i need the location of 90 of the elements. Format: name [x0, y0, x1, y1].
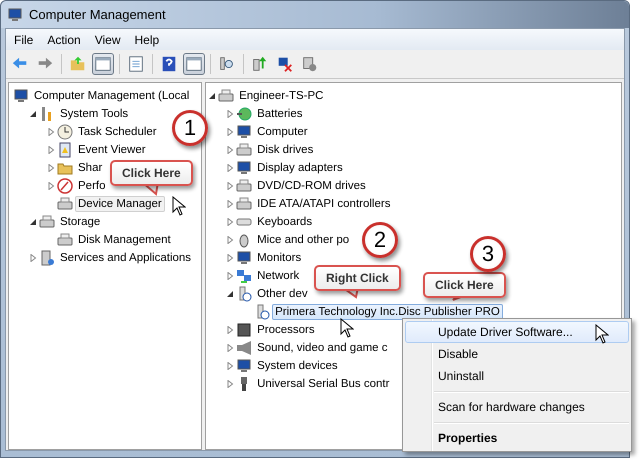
tree-item[interactable]: Storage — [57, 214, 104, 230]
show-tree-icon — [94, 55, 112, 73]
expand-arrow-icon[interactable] — [226, 200, 234, 208]
expand-arrow-icon[interactable] — [226, 344, 234, 352]
menu-item[interactable]: Disable — [405, 343, 629, 365]
scan-icon — [218, 55, 236, 73]
tree-item[interactable]: Event Viewer — [75, 142, 149, 158]
tree-item[interactable]: System devices — [254, 358, 341, 374]
tree-item[interactable]: Mice and other po — [254, 232, 352, 248]
tree-item[interactable]: Keyboards — [254, 214, 316, 230]
help-icon — [160, 55, 178, 73]
expand-arrow-icon[interactable] — [226, 146, 234, 154]
tree-item[interactable]: Shar — [75, 160, 106, 176]
chip-icon — [236, 322, 252, 338]
network-icon — [236, 268, 252, 284]
printer-icon — [218, 88, 234, 104]
clock-icon — [57, 124, 73, 140]
tree-item[interactable]: Device Manager — [75, 196, 165, 212]
show-action-pane-icon — [185, 55, 203, 73]
expand-arrow-icon[interactable] — [47, 128, 55, 136]
cursor-icon — [595, 324, 609, 344]
cursor-icon — [340, 318, 354, 338]
disable-icon — [301, 55, 319, 73]
properties-icon — [127, 55, 145, 73]
tree-item[interactable]: Engineer-TS-PC — [236, 88, 326, 104]
tree-item[interactable]: Batteries — [254, 106, 306, 122]
tree-item[interactable]: Primera Technology Inc.Disc Publisher PRO — [272, 304, 503, 320]
tree-item[interactable]: System Tools — [57, 106, 132, 122]
menu-item[interactable]: View — [88, 30, 126, 48]
expand-arrow-icon[interactable] — [226, 326, 234, 334]
expand-arrow-icon[interactable] — [226, 128, 234, 136]
speaker-icon — [236, 340, 252, 356]
log-icon — [57, 142, 73, 158]
expand-arrow-icon[interactable] — [226, 272, 234, 280]
tree-item[interactable]: Computer — [254, 124, 311, 140]
tree-item[interactable]: Processors — [254, 322, 318, 338]
tree-item[interactable]: Services and Applications — [57, 250, 194, 266]
tree-item[interactable]: Network — [254, 268, 302, 284]
collapse-arrow-icon[interactable] — [226, 290, 234, 298]
computer-icon — [236, 124, 252, 140]
tree-item[interactable]: Other dev — [254, 286, 311, 302]
window-title: Computer Management — [29, 7, 166, 22]
expand-arrow-icon[interactable] — [226, 254, 234, 262]
tree-item[interactable]: Sound, video and game c — [254, 340, 391, 356]
menu-item[interactable]: Update Driver Software... — [405, 321, 629, 343]
menu-item[interactable]: Help — [128, 30, 166, 48]
server-icon — [39, 250, 55, 266]
show-action-pane-button[interactable] — [183, 53, 205, 75]
tree-item[interactable]: Task Scheduler — [75, 124, 160, 140]
battery-icon — [236, 106, 252, 122]
expand-arrow-icon[interactable] — [47, 146, 55, 154]
menu-item[interactable]: Uninstall — [405, 365, 629, 387]
expand-arrow-icon[interactable] — [29, 254, 37, 262]
expand-arrow-icon[interactable] — [226, 236, 234, 244]
callout: Right Click — [314, 265, 401, 291]
printer-icon — [57, 196, 73, 212]
tree-item[interactable]: Disk Management — [75, 232, 174, 248]
computer-icon — [7, 6, 23, 22]
up-folder-icon — [69, 55, 87, 73]
expand-arrow-icon[interactable] — [47, 182, 55, 190]
tree-item[interactable]: Universal Serial Bus contr — [254, 376, 392, 392]
menu-item[interactable]: Action — [41, 30, 87, 48]
expand-arrow-icon[interactable] — [226, 218, 234, 226]
expand-arrow-icon[interactable] — [226, 164, 234, 172]
collapse-arrow-icon[interactable] — [29, 110, 37, 118]
expand-arrow-icon[interactable] — [226, 110, 234, 118]
collapse-arrow-icon[interactable] — [29, 218, 37, 226]
expand-arrow-icon[interactable] — [226, 380, 234, 388]
display-adapter-icon — [236, 160, 252, 176]
tree-item[interactable]: IDE ATA/ATAPI controllers — [254, 196, 394, 212]
menu-item[interactable]: File — [8, 30, 40, 48]
tree-item[interactable]: Display adapters — [254, 160, 346, 176]
callout: Click Here — [423, 272, 506, 298]
expand-arrow-icon[interactable] — [47, 164, 55, 172]
tree-item[interactable]: Disk drives — [254, 142, 316, 158]
expand-arrow-icon[interactable] — [226, 362, 234, 370]
tree-item[interactable]: Computer Management (Local — [31, 88, 192, 104]
uninstall-icon — [276, 55, 294, 73]
callout: Click Here — [110, 160, 193, 186]
tree-item[interactable]: DVD/CD-ROM drives — [254, 178, 369, 194]
show-tree-button[interactable] — [92, 53, 114, 75]
expand-arrow-icon[interactable] — [226, 182, 234, 190]
update-icon — [251, 55, 269, 73]
monitor-icon — [236, 250, 252, 266]
computer-icon — [236, 358, 252, 374]
cursor-icon — [172, 196, 186, 216]
collapse-arrow-icon[interactable] — [208, 92, 216, 100]
computer-icon — [13, 88, 29, 104]
tree-item[interactable]: Monitors — [254, 250, 304, 266]
tree-item[interactable]: Perfo — [75, 178, 108, 194]
